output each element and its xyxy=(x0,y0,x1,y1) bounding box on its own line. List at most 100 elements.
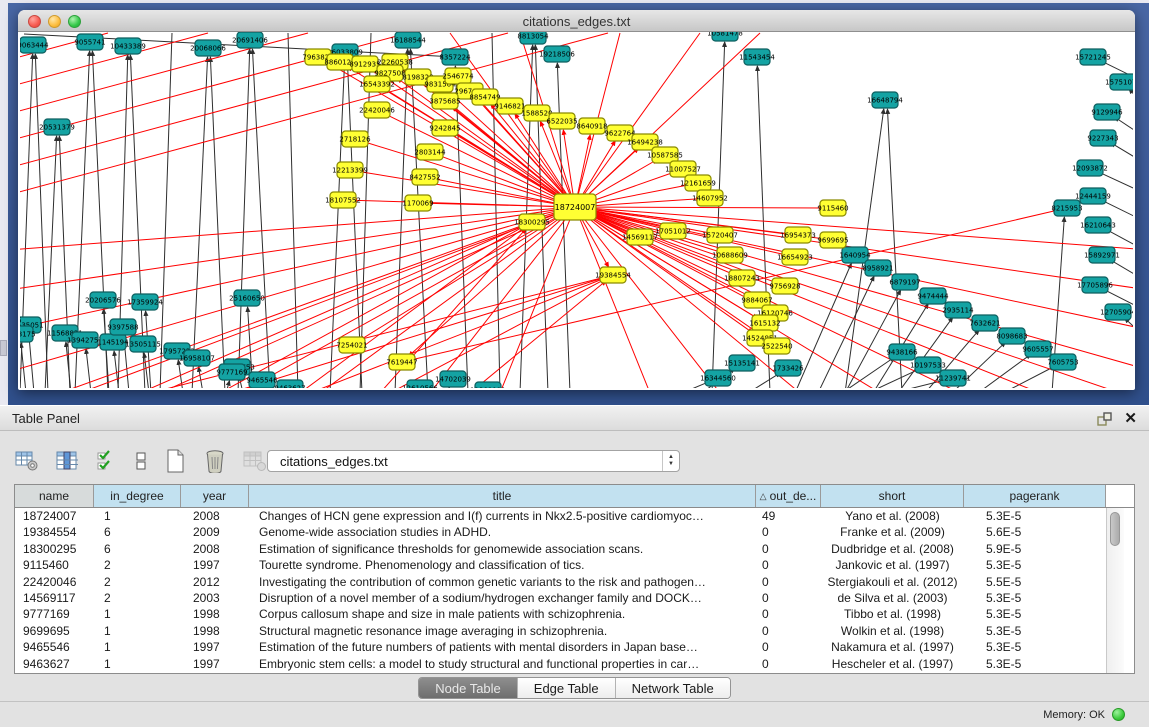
column-header-out_de[interactable]: △out_de... xyxy=(756,485,821,507)
table-row[interactable]: 1830029562008Estimation of significance … xyxy=(15,541,1134,557)
table-cell: 5.3E-5 xyxy=(964,557,1106,573)
column-header-short[interactable]: short xyxy=(821,485,964,507)
graph-node-label: 1733426 xyxy=(772,364,804,372)
dropdown-stepper-icon: ▲▼ xyxy=(662,451,679,471)
graph-node-label: 7254021 xyxy=(336,341,367,349)
table-cell: Disruption of a novel member of a sodium… xyxy=(249,590,756,606)
row-height-icon[interactable] xyxy=(128,448,154,474)
table-row[interactable]: 1938455462009Genome-wide association stu… xyxy=(15,524,1134,540)
graph-node-label: 8813054 xyxy=(517,32,549,40)
citation-graph[interactable]: 9063444905574110433389200680662069140616… xyxy=(20,32,1133,388)
graph-node-label: 13505115 xyxy=(125,340,161,348)
table-cell: 9463627 xyxy=(15,656,94,672)
graph-edge xyxy=(409,207,575,356)
graph-node-label: 16654923 xyxy=(777,253,813,261)
graph-node-label: 16188544 xyxy=(390,36,426,44)
create-table-icon[interactable] xyxy=(162,448,188,474)
table-cell: 2 xyxy=(94,574,181,590)
table-row[interactable]: 946554611997Estimation of the future num… xyxy=(15,639,1134,655)
float-panel-icon[interactable] xyxy=(1097,411,1113,427)
table-cell: 0 xyxy=(756,574,821,590)
table-cell: Corpus callosum shape and size in male p… xyxy=(249,606,756,622)
graph-node-label: 9129946 xyxy=(1091,108,1123,116)
graph-node-label: 16344560 xyxy=(700,374,736,382)
table-row[interactable]: 1456911722003Disruption of a novel membe… xyxy=(15,590,1134,606)
column-header-label: year xyxy=(203,489,226,503)
graph-node-label: 6522035 xyxy=(546,117,577,125)
graph-node-label: 3913175 xyxy=(20,330,36,338)
panel-drag-handle[interactable] xyxy=(0,340,7,356)
graph-node-label: 9622764 xyxy=(604,129,636,137)
table-cell: 5.3E-5 xyxy=(964,639,1106,655)
table-vertical-scrollbar[interactable] xyxy=(1106,508,1124,673)
graph-node-label: 1615132 xyxy=(749,319,780,327)
table-cell: 1997 xyxy=(181,557,249,573)
node-table: namein_degree year title△out_de...short pag… xyxy=(14,484,1135,674)
table-cell: 5.6E-5 xyxy=(964,524,1106,540)
table-cell: 0 xyxy=(756,639,821,655)
graph-node-label: 10433389 xyxy=(110,42,146,50)
graph-node-label: 16494238 xyxy=(627,138,663,146)
table-cell: 9465546 xyxy=(15,639,94,655)
graph-node-label: 17705896 xyxy=(1077,281,1113,289)
network-canvas[interactable]: 9063444905574110433389200680662069140616… xyxy=(20,32,1133,388)
network-desktop: citations_edges.txt 90634449055741104333… xyxy=(0,0,1149,405)
table-cell: 5.3E-5 xyxy=(964,590,1106,606)
table-row[interactable]: 911546021997Tourette syndrome. Phenomeno… xyxy=(15,557,1134,573)
graph-node-label: 11381111 xyxy=(470,386,506,388)
graph-node-label: 9063444 xyxy=(20,41,49,49)
scrollbar-thumb[interactable] xyxy=(1110,512,1120,546)
column-header-in_degree[interactable]: in_degree xyxy=(94,485,181,507)
column-header-title[interactable]: title xyxy=(249,485,756,507)
table-row[interactable]: 977716911998Corpus callosum shape and si… xyxy=(15,606,1134,622)
table-cell: 5.5E-5 xyxy=(964,574,1106,590)
table-row[interactable]: 969969511998Structural magnetic resonanc… xyxy=(15,623,1134,639)
table-cell: Stergiakouli et al. (2012) xyxy=(821,574,964,590)
column-header-year[interactable]: year xyxy=(181,485,249,507)
graph-node-label: 15892971 xyxy=(1084,251,1120,259)
graph-node-label: 8640918 xyxy=(576,122,607,130)
tab-edge-table[interactable]: Edge Table xyxy=(518,678,616,698)
table-row[interactable]: 2242004622012Investigating the contribut… xyxy=(15,574,1134,590)
table-cell: 2008 xyxy=(181,508,249,524)
table-cell: Estimation of the future numbers of pati… xyxy=(249,639,756,655)
delete-table-icon[interactable] xyxy=(202,448,228,474)
graph-node-label: 1588520 xyxy=(521,109,552,117)
table-row[interactable]: 946362711997Embryonic stem cells: a mode… xyxy=(15,656,1134,672)
graph-node-label: 9756928 xyxy=(769,282,800,290)
graph-node-label: 9605135 xyxy=(20,316,22,324)
table-cell: 5.3E-5 xyxy=(964,508,1106,524)
select-columns-icon[interactable] xyxy=(54,448,80,474)
graph-node-label: 11543454 xyxy=(739,53,775,61)
column-header-name[interactable]: name xyxy=(15,485,94,507)
table-cell: 9699695 xyxy=(15,623,94,639)
graph-node-label: 2803144 xyxy=(414,148,446,156)
column-header-label: pagerank xyxy=(1009,489,1059,503)
table-cell: 1997 xyxy=(181,639,249,655)
table-cell: 2008 xyxy=(181,541,249,557)
graph-node-label: 9699695 xyxy=(817,236,848,244)
table-tabs: Node TableEdge TableNetwork Table xyxy=(418,677,731,699)
network-window-titlebar[interactable]: citations_edges.txt xyxy=(18,10,1135,32)
close-panel-icon[interactable]: ✕ xyxy=(1124,409,1137,427)
table-selector-dropdown[interactable]: citations_edges.txt ▲▼ xyxy=(267,450,680,472)
tab-node-table[interactable]: Node Table xyxy=(419,678,518,698)
table-cell: de Silva et al. (2003) xyxy=(821,590,964,606)
table-selector-value: citations_edges.txt xyxy=(280,454,388,469)
table-type-tabs: Node TableEdge TableNetwork Table xyxy=(0,677,1149,699)
graph-node-label: 20531379 xyxy=(39,123,75,131)
graph-edge xyxy=(238,49,250,388)
table-settings-icon[interactable] xyxy=(14,448,40,474)
graph-node-label: 9777169 xyxy=(216,368,247,376)
graph-node-label: 2522540 xyxy=(761,342,792,350)
graph-node-label: 1640954 xyxy=(839,251,871,259)
table-row[interactable]: 1872400712008Changes of HCN gene express… xyxy=(15,508,1134,524)
select-rows-icon[interactable] xyxy=(94,448,120,474)
graph-edge xyxy=(868,369,920,388)
graph-edge xyxy=(557,63,570,388)
graph-node-label: 9242845 xyxy=(429,124,460,132)
tab-network-table[interactable]: Network Table xyxy=(616,678,730,698)
graph-node-label: 16958107 xyxy=(179,354,215,362)
column-header-pagerank[interactable]: pagerank xyxy=(964,485,1106,507)
graph-node-label: 12093872 xyxy=(1072,164,1108,172)
